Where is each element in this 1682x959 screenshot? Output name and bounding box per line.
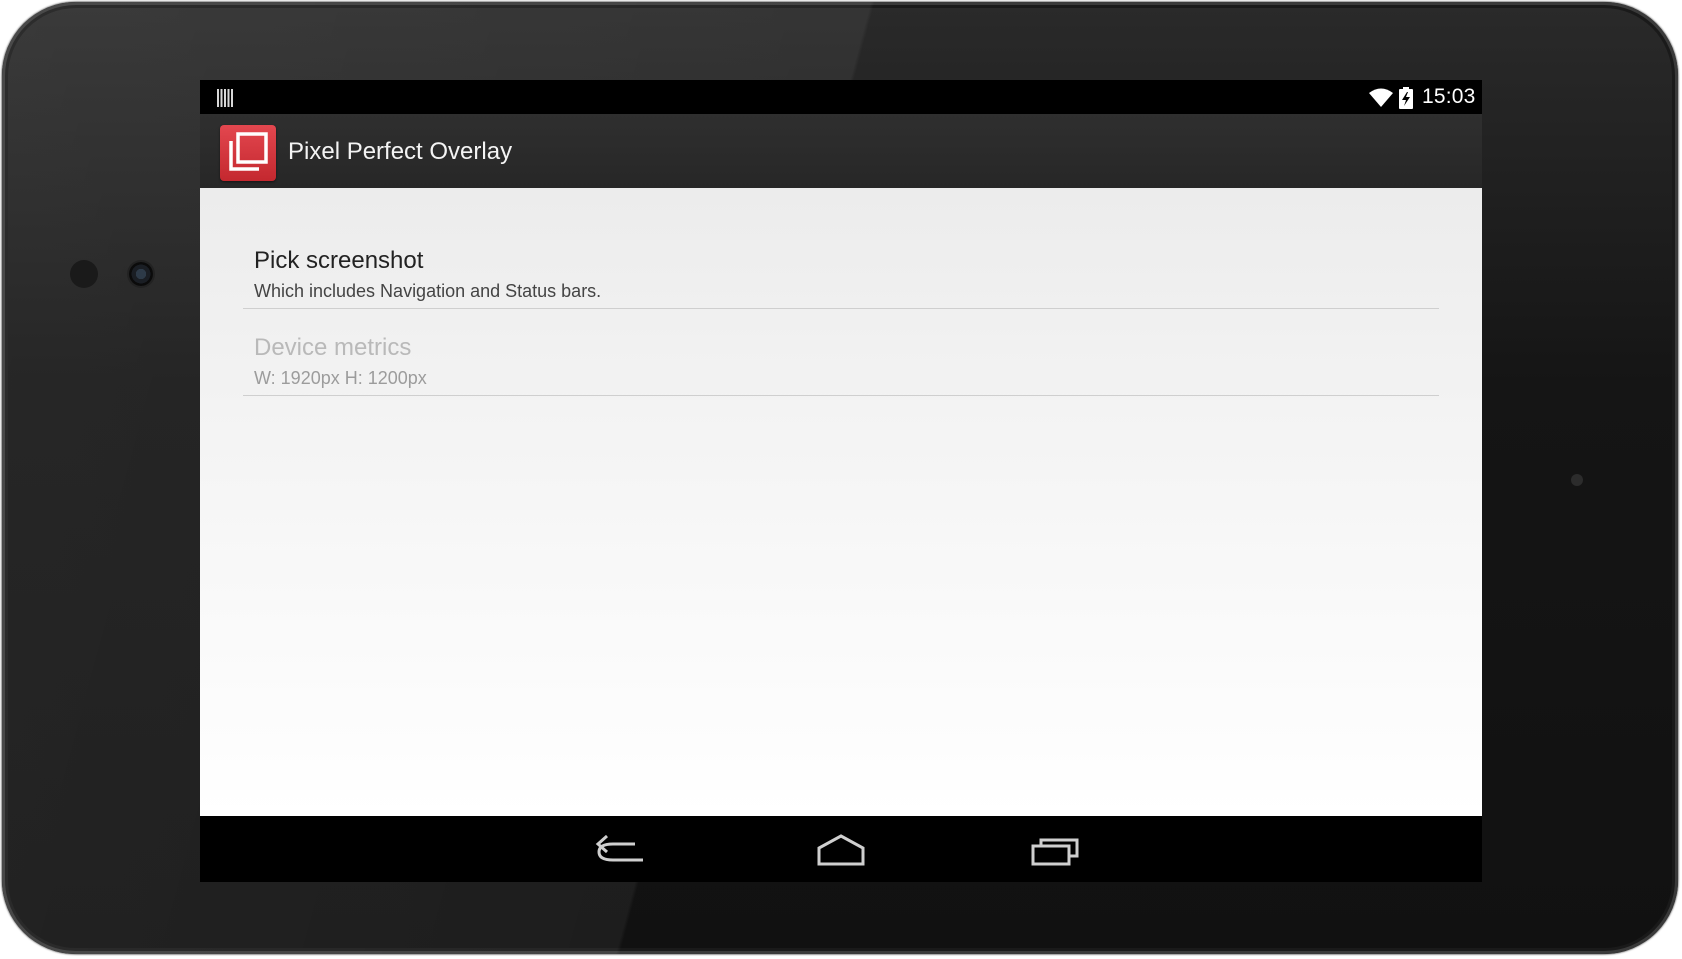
pref-device-metrics: Device metrics W: 1920px H: 1200px: [243, 309, 1439, 396]
pref-summary: W: 1920px H: 1200px: [254, 368, 427, 388]
pref-title: Device metrics: [254, 334, 412, 361]
pref-title: Pick screenshot: [254, 247, 424, 274]
status-clock: 15:03: [1422, 85, 1476, 108]
recents-icon[interactable]: [1027, 830, 1087, 870]
navigation-bar: [200, 816, 1482, 882]
tablet-frame: 15:03 Pixel Perfect Overlay Pick screens…: [2, 2, 1678, 954]
pref-pick-screenshot[interactable]: Pick screenshot Which includes Navigatio…: [243, 222, 1439, 309]
device-screen: 15:03 Pixel Perfect Overlay Pick screens…: [200, 80, 1482, 882]
app-title: Pixel Perfect Overlay: [288, 138, 513, 165]
front-camera-icon: [129, 262, 153, 286]
notification-barcode-icon: [217, 89, 233, 107]
home-icon[interactable]: [811, 830, 871, 870]
overlay-squares-icon: [229, 132, 268, 171]
pref-summary: Which includes Navigation and Status bar…: [254, 281, 602, 301]
overlay-app-icon[interactable]: [220, 125, 276, 181]
wifi-icon: [1369, 88, 1393, 107]
side-sensor: [1571, 474, 1583, 486]
preferences-list: Pick screenshot Which includes Navigatio…: [200, 188, 1482, 816]
back-icon[interactable]: [595, 830, 655, 870]
action-bar: Pixel Perfect Overlay: [200, 114, 1482, 188]
light-sensor: [70, 260, 98, 288]
battery-charging-icon: [1399, 87, 1413, 109]
status-bar: 15:03: [200, 80, 1482, 114]
